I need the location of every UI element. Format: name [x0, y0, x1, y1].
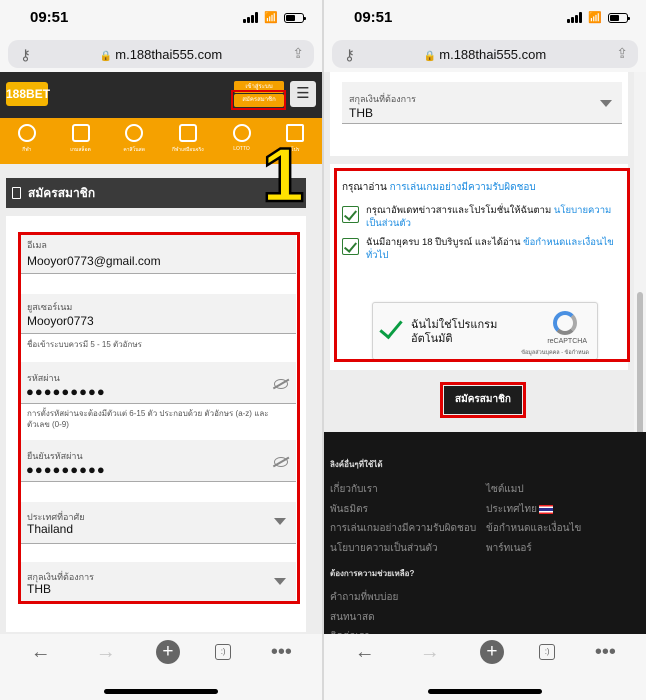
signal-icon [243, 12, 259, 23]
new-tab-icon[interactable]: + [155, 640, 180, 664]
terms-highlight [334, 168, 630, 362]
form-highlight [18, 232, 300, 604]
footer-links-heading: ลิงค์อื่นๆที่ใช้ได้ [330, 460, 383, 469]
lock-icon: 🔒 [99, 51, 113, 62]
nav-item-virtual[interactable]: กีฬาเสมือนจริง [161, 118, 215, 164]
address-field[interactable]: ⚷ 🔒 m.188thai555.com ⇪ [8, 40, 314, 68]
step-number: 1 [261, 133, 306, 218]
footer-link[interactable]: การเล่นเกมอย่างมีความรับผิดชอบ [330, 521, 476, 536]
tabs-icon[interactable]: :) [539, 644, 556, 660]
home-indicator [104, 689, 218, 694]
status-bar: 09:51 📶 [0, 0, 322, 36]
url-text: 🔒 m.188thai555.com [423, 47, 547, 62]
status-time: 09:51 [354, 9, 393, 26]
footer-link[interactable]: ไซต์แมป [486, 482, 524, 497]
share-icon[interactable]: ⇪ [292, 45, 304, 62]
nav-item-casino[interactable]: คาสิโนสด [107, 118, 161, 164]
chevron-down-icon [600, 100, 612, 107]
wifi-icon: 📶 [588, 12, 602, 24]
lotto-icon [232, 124, 251, 142]
nav-item-lotto[interactable]: LOTTO [215, 118, 269, 164]
url-bar: ⚷ 🔒 m.188thai555.com ⇪ [0, 36, 322, 72]
footer-link[interactable]: สนทนาสด [330, 610, 375, 625]
currency-select[interactable]: สกุลเงินที่ต้องการ THB [342, 82, 622, 124]
register-section-title: สมัครสมาชิก [6, 178, 306, 208]
status-icons: 📶 [567, 11, 630, 24]
battery-icon [608, 12, 630, 23]
url-bar: ⚷ 🔒 m.188thai555.com ⇪ [324, 36, 646, 72]
status-icons: 📶 [243, 11, 306, 24]
lock-icon: 🔒 [423, 51, 437, 62]
new-tab-icon[interactable]: + [479, 640, 504, 664]
register-button-highlight [231, 90, 286, 110]
back-icon[interactable]: ← [26, 641, 56, 664]
menu-button[interactable]: ☰ [290, 81, 316, 107]
footer-link[interactable]: พาร์ทเนอร์ [486, 541, 532, 556]
nav-item-sports[interactable]: กีฬา [0, 118, 54, 164]
more-icon[interactable]: ••• [590, 641, 620, 664]
battery-icon [284, 12, 306, 23]
forward-icon[interactable]: → [91, 641, 121, 664]
more-icon[interactable]: ••• [266, 641, 296, 664]
footer-link[interactable]: คำถามที่พบบ่อย [330, 590, 398, 605]
currency-value: THB [349, 106, 373, 120]
home-indicator [428, 689, 542, 694]
browser-toolbar: ← → + :) ••• [0, 634, 322, 700]
footer: ลิงค์อื่นๆที่ใช้ได้ เกี่ยวกับเรา พันธมิต… [324, 432, 646, 642]
share-icon[interactable]: ⇪ [616, 45, 628, 62]
screenshot: 09:51 📶 ⚷ 🔒 m.188thai555.com ⇪ 188BET เข้… [0, 0, 646, 700]
soccer-icon [17, 124, 36, 142]
nav-item-slots[interactable]: เกมสล็อต [54, 118, 108, 164]
status-bar: 09:51 📶 [324, 0, 646, 36]
browser-toolbar: ← → + :) ••• [324, 634, 646, 700]
footer-help-heading: ต้องการความช่วยเหลือ? [330, 569, 415, 578]
footer-link-country[interactable]: ประเทศไทย [486, 502, 553, 517]
wifi-icon: 📶 [264, 12, 278, 24]
submit-highlight [440, 382, 526, 418]
url-text: 🔒 m.188thai555.com [99, 47, 223, 62]
phone-right: 09:51 📶 ⚷ 🔒 m.188thai555.com ⇪ สกุลเงินที… [324, 0, 646, 700]
tabs-icon[interactable]: :) [215, 644, 232, 660]
signal-icon [567, 12, 583, 23]
site-logo[interactable]: 188BET [6, 82, 50, 106]
status-time: 09:51 [30, 9, 69, 26]
document-icon [12, 187, 21, 199]
hamburger-icon: ☰ [296, 85, 310, 102]
footer-link[interactable]: นโยบายความเป็นส่วนตัว [330, 541, 438, 556]
back-icon[interactable]: ← [350, 641, 380, 664]
address-field[interactable]: ⚷ 🔒 m.188thai555.com ⇪ [332, 40, 638, 68]
slot-icon [71, 124, 90, 142]
casino-chip-icon [125, 124, 144, 142]
thai-flag-icon [538, 504, 553, 514]
footer-link[interactable]: ข้อกำหนดและเงื่อนไข [486, 521, 581, 536]
virtual-sports-icon [178, 124, 197, 142]
footer-link[interactable]: พันธมิตร [330, 502, 368, 517]
phone-left: 09:51 📶 ⚷ 🔒 m.188thai555.com ⇪ 188BET เข้… [0, 0, 322, 700]
footer-link[interactable]: เกี่ยวกับเรา [330, 482, 378, 497]
forward-icon[interactable]: → [415, 641, 445, 664]
